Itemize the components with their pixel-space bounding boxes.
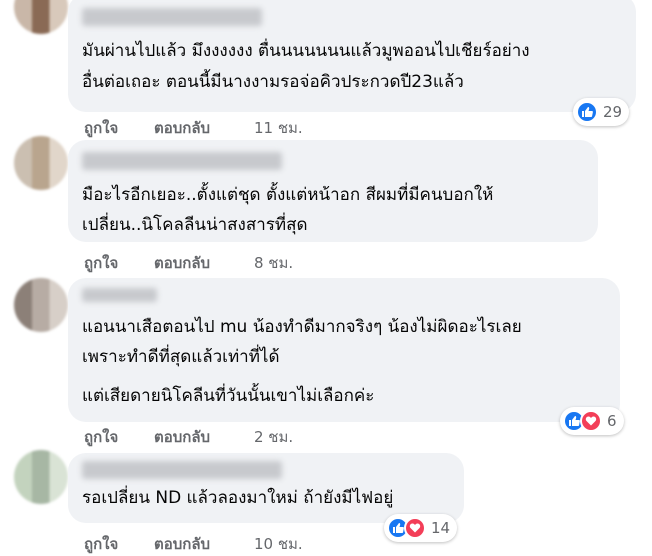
like-link[interactable]: ถูกใจ [84, 425, 154, 449]
comment-actions: ถูกใจ ตอบกลับ 8 ชม. [84, 251, 293, 275]
comment-timestamp[interactable]: 11 ชม. [254, 116, 303, 140]
like-link[interactable]: ถูกใจ [84, 251, 154, 275]
comment-actions: ถูกใจ ตอบกลับ 10 ชม. [84, 532, 303, 556]
comment-timestamp[interactable]: 8 ชม. [254, 251, 293, 275]
comment-actions: ถูกใจ ตอบกลับ 11 ชม. [84, 116, 303, 140]
reply-link[interactable]: ตอบกลับ [154, 532, 254, 556]
reply-link[interactable]: ตอบกลับ [154, 251, 254, 275]
comment-timestamp[interactable]: 10 ชม. [254, 532, 303, 556]
commenter-name-blurred[interactable] [82, 288, 157, 302]
comment-bubble: มันผ่านไปแล้ว มึงงงงงง ตื่นนนนนนนแล้วมูพ… [68, 0, 636, 112]
comment-text-line: มันผ่านไปแล้ว มึงงงงงง ตื่นนนนนนนแล้วมูพ… [82, 41, 530, 61]
comment-timestamp[interactable]: 2 ชม. [254, 425, 293, 449]
comment-text-line: มือะไรอีกเยอะ..ตั้งแต่ชุด ตั้งแต่หน้าอก … [82, 185, 494, 205]
comment-bubble: แอนนาเสือตอนไป mu น้องทำดีมากจริงๆ น้องไ… [68, 278, 620, 422]
comment-text-line: เปลี่ยน..นิโคลลีนน่าสงสารที่สุด [82, 215, 308, 235]
like-link[interactable]: ถูกใจ [84, 116, 154, 140]
love-reaction-icon [404, 517, 426, 539]
comment-text-line: เพราะทำดีที่สุดแล้วเท่าที่ได้ [82, 347, 280, 367]
comment-text-line: แต่เสียดายนิโคลีนที่วันนั้นเขาไม่เลือกค่… [82, 386, 375, 406]
commenter-avatar[interactable] [14, 136, 68, 190]
comment-text-line: แอนนาเสือตอนไป mu น้องทำดีมากจริงๆ น้องไ… [82, 317, 522, 337]
like-reaction-icon [576, 101, 598, 123]
reply-link[interactable]: ตอบกลับ [154, 425, 254, 449]
comment-actions: ถูกใจ ตอบกลับ 2 ชม. [84, 425, 293, 449]
reaction-summary[interactable]: 29 [573, 98, 630, 126]
like-link[interactable]: ถูกใจ [84, 532, 154, 556]
comment-bubble: รอเปลี่ยน ND แล้วลองมาใหม่ ถ้ายังมีไฟอยู… [68, 453, 464, 523]
reaction-summary[interactable]: 14 [384, 514, 458, 542]
comment-text-line: อื่นต่อเถอะ ตอนนี้มีนางงามรอจ่อคิวประกวด… [82, 72, 464, 92]
commenter-avatar[interactable] [14, 450, 68, 504]
love-reaction-icon [580, 410, 602, 432]
commenter-avatar[interactable] [14, 0, 68, 34]
commenter-name-blurred[interactable] [82, 152, 282, 170]
reaction-count: 29 [603, 103, 623, 121]
commenter-name-blurred[interactable] [82, 461, 282, 479]
reaction-count: 6 [607, 412, 617, 430]
reaction-count: 14 [431, 519, 451, 537]
commenter-name-blurred[interactable] [82, 8, 262, 26]
comment-text-line: รอเปลี่ยน ND แล้วลองมาใหม่ ถ้ายังมีไฟอยู… [82, 488, 394, 508]
reaction-summary[interactable]: 6 [560, 407, 624, 435]
comment-bubble: มือะไรอีกเยอะ..ตั้งแต่ชุด ตั้งแต่หน้าอก … [68, 140, 598, 242]
reply-link[interactable]: ตอบกลับ [154, 116, 254, 140]
commenter-avatar[interactable] [14, 278, 68, 332]
